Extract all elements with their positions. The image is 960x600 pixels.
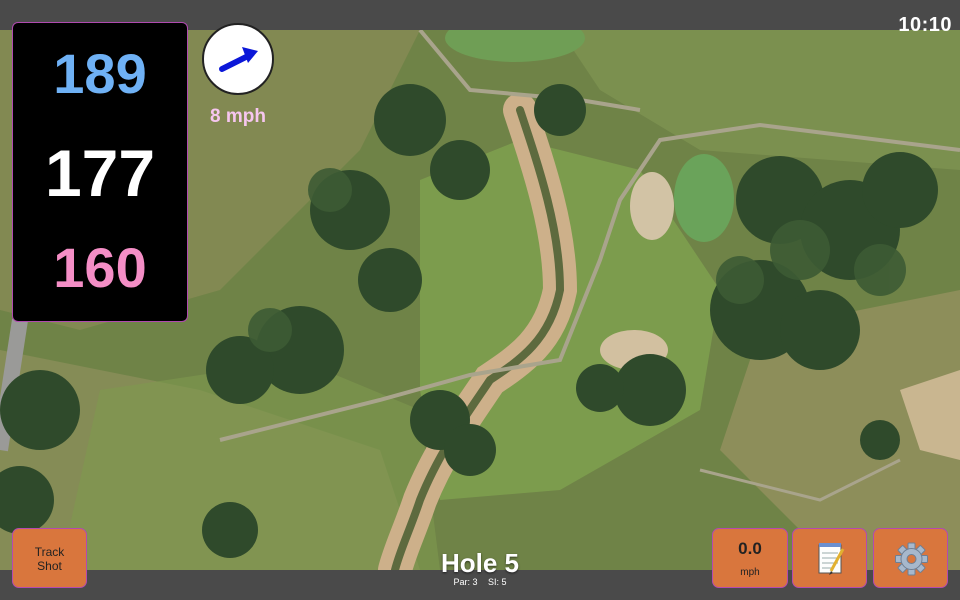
speed-button[interactable]: 0.0 mph [712,528,788,588]
track-shot-label: Track Shot [34,545,65,573]
notes-button[interactable] [792,528,867,588]
settings-button[interactable] [873,528,948,588]
distance-panel: 189 177 160 [12,22,188,322]
track-shot-button[interactable]: Track Shot [12,528,87,588]
arrow-icon [219,47,258,72]
notepad-icon [818,543,845,575]
front-distance: 160 [53,236,147,299]
speed-value: 0.0 [738,539,762,558]
hole-par: Par: 3 [453,577,478,587]
hole-title: Hole 5 [440,548,520,578]
clock: 10:10 [898,14,952,36]
wind-speed: 8 mph [210,106,266,127]
speed-unit: mph [740,567,760,578]
wind-direction-indicator [202,23,274,95]
hole-details: Par: 3 SI: 5 [380,577,580,587]
back-distance: 189 [53,42,147,105]
middle-distance: 177 [44,136,156,210]
hole-stroke-index: SI: 5 [488,577,507,587]
gear-icon [895,542,928,576]
